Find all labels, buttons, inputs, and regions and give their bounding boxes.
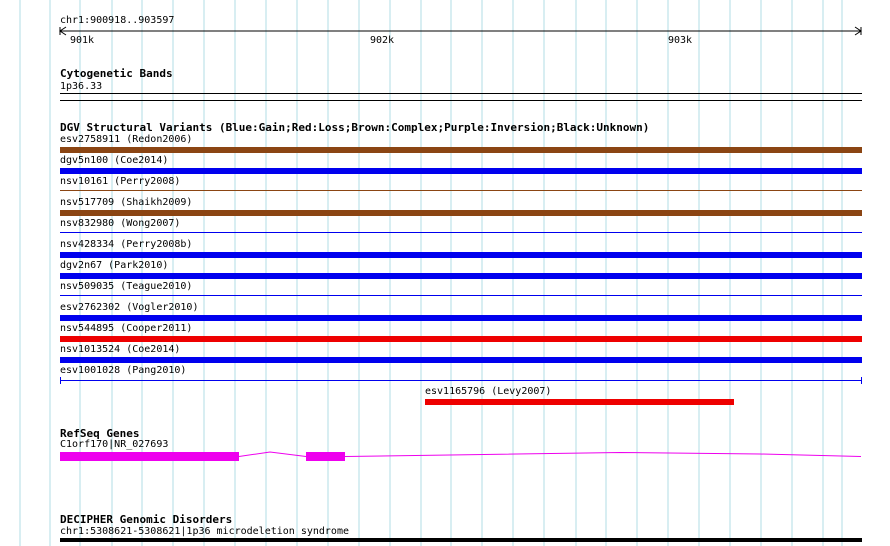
genome-browser: chr1:900918..903597 901k 902k 903k Cytog… [0, 0, 890, 546]
variant-bar[interactable] [60, 336, 862, 342]
ruler-tick-label: 902k [370, 35, 395, 46]
variant-bar[interactable] [60, 147, 862, 153]
variant-bar[interactable] [60, 252, 862, 258]
cytoband-label: 1p36.33 [60, 81, 103, 92]
variant-bar[interactable] [60, 273, 862, 279]
variant-label: esv2758911 (Redon2006) [60, 134, 193, 145]
variant-label: esv2762302 (Vogler2010) [60, 302, 199, 313]
variant-bar[interactable] [60, 210, 862, 216]
variant-label: nsv509035 (Teague2010) [60, 281, 193, 292]
variant-bar[interactable] [60, 357, 862, 363]
cytoband-track-title[interactable]: Cytogenetic Bands [60, 67, 173, 80]
variant-bar[interactable] [425, 399, 734, 405]
variant-label: nsv1013524 (Coe2014) [60, 344, 181, 355]
variant-bar-end-cap [861, 377, 862, 384]
variant-bar[interactable] [60, 168, 862, 174]
variant-label: esv1001028 (Pang2010) [60, 365, 187, 376]
ruler-tick-label: 901k [70, 35, 95, 46]
variant-label: nsv428334 (Perry2008b) [60, 239, 193, 250]
variant-bar-end-cap [60, 377, 61, 384]
variant-bar[interactable] [60, 232, 862, 233]
variant-bar[interactable] [60, 190, 862, 191]
variant-label: nsv544895 (Cooper2011) [60, 323, 193, 334]
variant-label: nsv10161 (Perry2008) [60, 176, 181, 187]
variant-label: dgv2n67 (Park2010) [60, 260, 169, 271]
variant-bar[interactable] [60, 315, 862, 321]
variant-label: nsv832980 (Wong2007) [60, 218, 181, 229]
ruler-tick-label: 903k [668, 35, 693, 46]
decipher-bar[interactable] [60, 538, 862, 542]
variant-label: dgv5n100 (Coe2014) [60, 155, 169, 166]
variant-bar[interactable] [60, 380, 862, 381]
gene-model[interactable] [0, 448, 890, 468]
cytoband-outline-bottom [60, 100, 862, 101]
decipher-track-title[interactable]: DECIPHER Genomic Disorders [60, 513, 232, 526]
variant-label: nsv517709 (Shaikh2009) [60, 197, 193, 208]
cytoband-outline-top [60, 93, 862, 94]
variant-bar[interactable] [60, 295, 862, 296]
decipher-entry-label: chr1:5308621-5308621|1p36 microdeletion … [60, 526, 349, 537]
dgv-track-title[interactable]: DGV Structural Variants (Blue:Gain;Red:L… [60, 121, 649, 134]
variant-label: esv1165796 (Levy2007) [425, 386, 552, 397]
